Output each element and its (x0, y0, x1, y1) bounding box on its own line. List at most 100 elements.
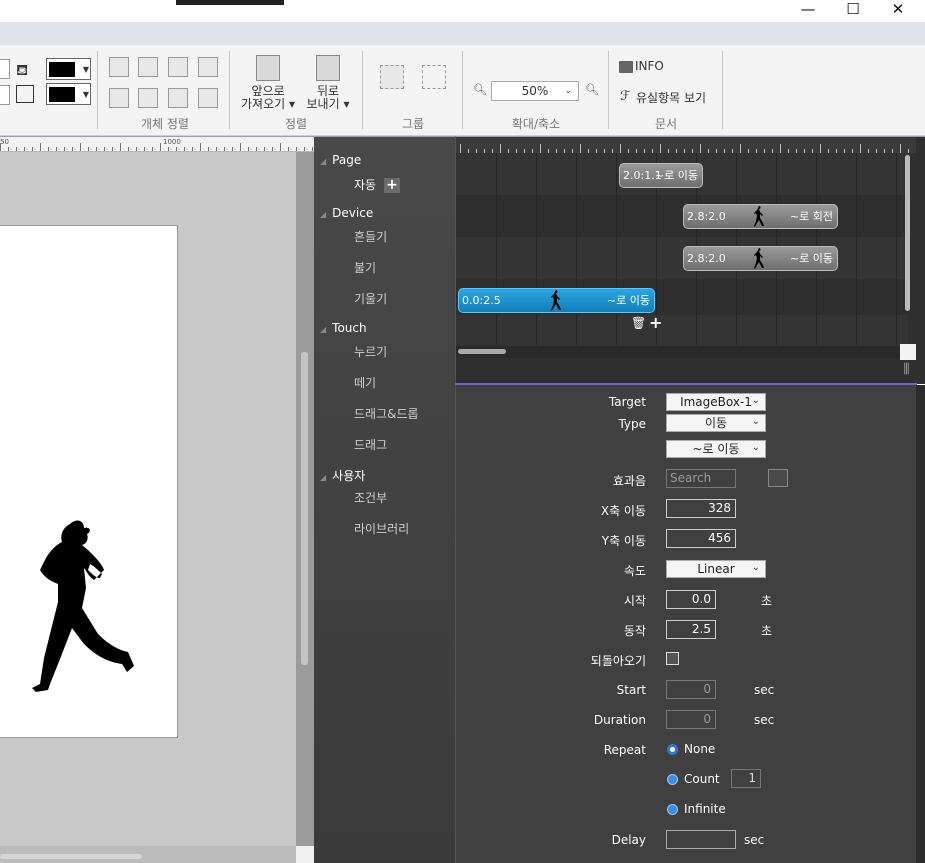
timeline-block[interactable]: 2.8:2.0 ~로 이동 (683, 246, 838, 271)
repeat-none-radio[interactable] (667, 744, 678, 755)
align-top-icon[interactable] (109, 88, 129, 108)
duration-input[interactable]: 0 (666, 710, 716, 729)
sound-search-input[interactable]: Search (666, 469, 736, 488)
ruler-tick (80, 143, 81, 151)
reverse-checkbox[interactable] (666, 652, 679, 665)
tree-group-touch[interactable]: ◢ Touch (320, 321, 367, 335)
duration-unit: sec (754, 713, 775, 727)
tree-item-auto[interactable]: 자동 (354, 176, 376, 193)
speed-select[interactable]: Linear ⌄ (666, 560, 766, 578)
timeline-block-selected[interactable]: 0.0:2.5 ~로 이동 (458, 288, 655, 313)
timeline-corner-button[interactable] (900, 344, 916, 360)
y-move-input[interactable]: 456 (666, 529, 736, 548)
bring-forward-icon[interactable] (256, 55, 280, 81)
tree-item-release[interactable]: 떼기 (354, 374, 376, 391)
ruler-tick (200, 143, 201, 151)
ruler-tick (72, 147, 73, 151)
page-surface[interactable] (0, 225, 178, 738)
align-center-icon[interactable] (138, 57, 158, 77)
tree-item-blow[interactable]: 불기 (354, 259, 376, 276)
canvas-horizontal-scrollbar[interactable] (0, 846, 296, 863)
repeat-none-label[interactable]: None (684, 742, 715, 756)
ruler-tick (312, 147, 313, 151)
begin-label: 시작 (623, 594, 646, 608)
target-select[interactable]: ImageBox-1 ⌄ (666, 393, 766, 411)
ungroup-icon[interactable] (422, 65, 446, 89)
scroll-thumb[interactable] (905, 155, 910, 311)
repeat-count-radio[interactable] (667, 774, 678, 785)
canvas-vertical-scrollbar[interactable] (296, 152, 314, 846)
zoom-in-icon[interactable]: 🔍︎ (585, 83, 599, 96)
info-button[interactable]: INFO (635, 59, 664, 73)
delay-unit: sec (744, 833, 765, 847)
scroll-thumb[interactable] (0, 854, 142, 859)
timeline-horizontal-scrollbar[interactable] (456, 346, 902, 358)
folder-icon[interactable] (768, 469, 788, 487)
ruler-tick (128, 147, 129, 151)
ruler-tick (248, 147, 249, 151)
tree-group-page[interactable]: ◢ Page (320, 153, 361, 167)
action-input[interactable]: 2.5 (666, 620, 716, 639)
repeat-infinite-radio[interactable] (667, 804, 678, 815)
collapse-triangle-icon: ◢ (320, 157, 327, 166)
close-button[interactable]: ✕ (875, 0, 921, 20)
distribute-vertical-icon[interactable] (198, 88, 218, 108)
repeat-infinite-label[interactable]: Infinite (684, 802, 726, 816)
zoom-select[interactable]: 50% ⌄ (491, 81, 579, 101)
delay-input[interactable] (666, 830, 736, 849)
begin-input[interactable]: 0.0 (666, 590, 716, 609)
add-icon[interactable]: + (649, 315, 665, 331)
collapse-triangle-icon: ◢ (320, 210, 327, 219)
delete-track-icon[interactable]: ⫼ (897, 362, 916, 381)
x-move-input[interactable]: 328 (666, 499, 736, 518)
distribute-horizontal-icon[interactable] (198, 57, 218, 77)
fill-preview[interactable] (0, 59, 10, 79)
tree-group-user[interactable]: ◢ 사용자 (320, 467, 365, 484)
start-input[interactable]: 0 (666, 680, 716, 699)
trash-icon[interactable]: 🗑︎ (631, 316, 646, 331)
align-bottom-icon[interactable] (168, 88, 188, 108)
timeline-block[interactable]: 2.0:1.1 ~로 이동 (619, 163, 703, 188)
scroll-thumb[interactable] (458, 349, 506, 354)
tree-item-library[interactable]: 라이브러리 (354, 520, 409, 537)
align-right-icon[interactable] (168, 57, 188, 77)
tree-item-drag[interactable]: 드래그 (354, 436, 387, 453)
tree-item-drag-drop[interactable]: 드래그&드롭 (354, 405, 419, 422)
speed-label: 속도 (623, 564, 646, 578)
missing-items-button[interactable]: 유실항목 보기 (636, 89, 706, 106)
group-icon[interactable] (380, 65, 404, 89)
zoom-out-icon[interactable]: 🔍︎ (473, 83, 487, 96)
paint-bucket-icon[interactable]: ⛾ (16, 61, 34, 79)
type-select[interactable]: 이동 ⌄ (666, 414, 766, 432)
ribbon-separator (462, 51, 463, 129)
stroke-preview[interactable] (0, 85, 10, 105)
tree-item-tilt[interactable]: 기울기 (354, 290, 387, 307)
group-label: 그룹 (401, 117, 425, 131)
bring-forward-button[interactable]: 앞으로 가져오기 ▾ (236, 85, 300, 111)
send-backward-button[interactable]: 뒤로 보내기 ▾ (302, 85, 354, 111)
border-icon[interactable] (16, 85, 34, 103)
target-label: Target (608, 395, 646, 409)
align-middle-icon[interactable] (138, 88, 158, 108)
tree-item-press[interactable]: 누르기 (354, 343, 387, 360)
tree-item-shake[interactable]: 흔들기 (354, 228, 387, 245)
ruler-tick (288, 147, 289, 151)
tree-item-conditional[interactable]: 조건부 (354, 489, 387, 506)
fill-color-picker[interactable]: ▼ (46, 58, 91, 80)
tree-group-device[interactable]: ◢ Device (320, 206, 373, 220)
scroll-thumb[interactable] (301, 352, 308, 665)
timeline-vertical-scrollbar[interactable] (903, 153, 913, 315)
repeat-count-label[interactable]: Count (684, 772, 720, 786)
minimize-button[interactable]: — (785, 0, 831, 20)
add-icon[interactable]: + (384, 178, 400, 193)
align-left-icon[interactable] (109, 57, 129, 77)
type-sub-select[interactable]: ~로 이동 ⌄ (666, 440, 766, 458)
repeat-count-input[interactable]: 1 (731, 769, 761, 788)
chevron-down-icon: ⌄ (751, 416, 760, 427)
stroke-color-picker[interactable]: ▼ (46, 83, 91, 105)
title-tab (176, 0, 284, 5)
maximize-button[interactable]: ☐ (830, 0, 876, 20)
timeline-block[interactable]: 2.8:2.0 ~로 회전 (683, 204, 838, 229)
runner-image[interactable] (32, 518, 142, 698)
send-backward-icon[interactable] (316, 55, 340, 81)
